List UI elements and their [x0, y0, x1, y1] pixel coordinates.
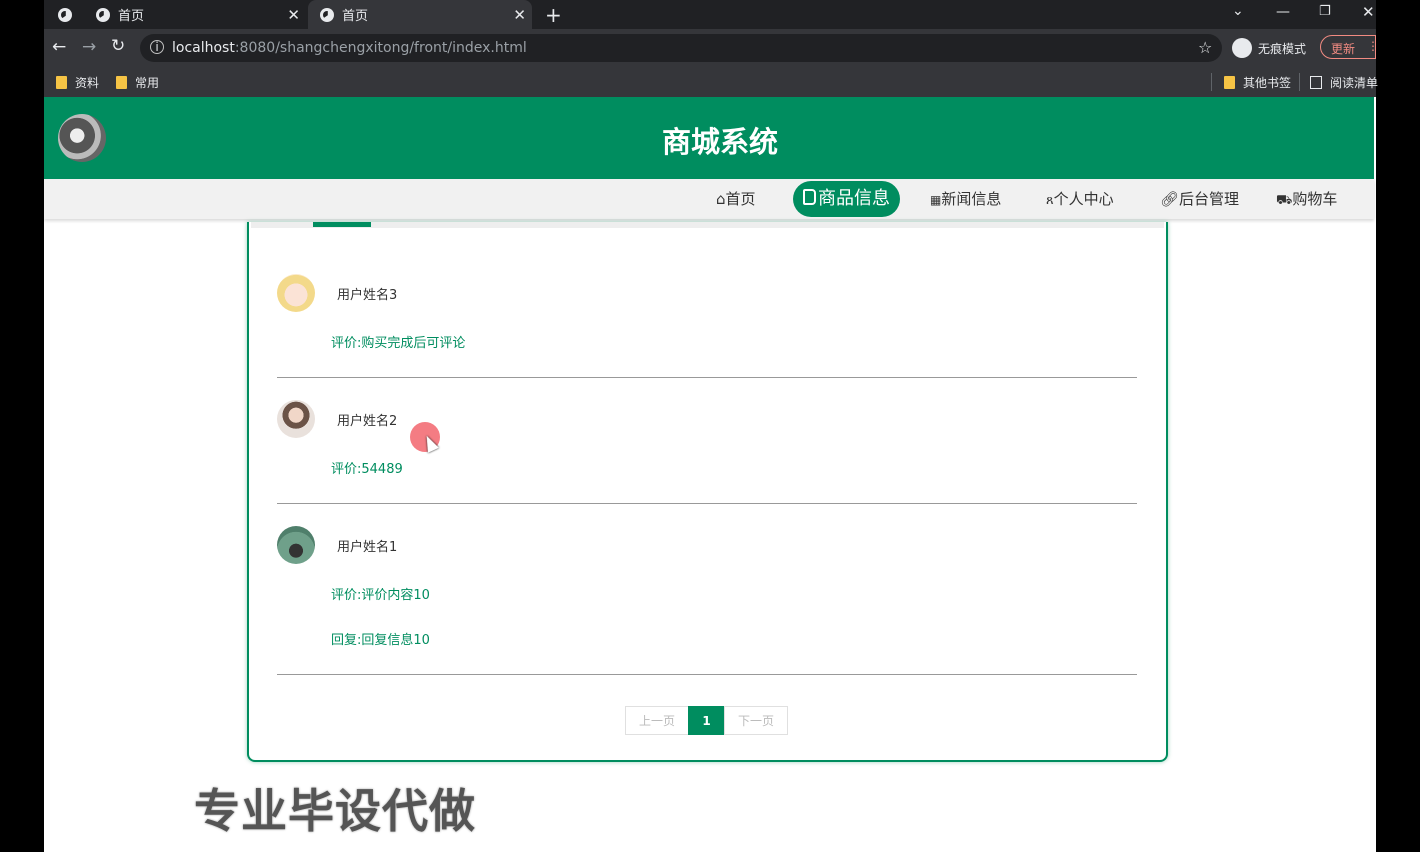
- avatar: [277, 274, 315, 312]
- nav-label: 个人中心: [1053, 190, 1114, 208]
- user-icon: ጸ: [1046, 193, 1054, 208]
- comment-text: 评价:评价内容10: [331, 588, 430, 603]
- browser-menu-icon[interactable]: [58, 7, 72, 26]
- reading-list[interactable]: 阅读清单: [1310, 74, 1378, 91]
- reading-list-label: 阅读清单: [1330, 76, 1379, 90]
- window-close-icon[interactable]: ✕: [1362, 3, 1375, 21]
- incognito-label: 无痕模式: [1258, 41, 1307, 56]
- prev-page-button[interactable]: 上一页: [625, 706, 689, 735]
- next-page-button[interactable]: 下一页: [724, 706, 788, 735]
- bookmarks-bar: 资料 常用 其他书签 阅读清单: [44, 66, 1378, 97]
- nav-label: 后台管理: [1179, 190, 1240, 208]
- folder-icon: [116, 76, 127, 89]
- address-bar[interactable]: i localhost:8080/shangchengxitong/front/…: [140, 34, 1222, 62]
- globe-icon: [96, 7, 110, 22]
- close-icon[interactable]: ✕: [287, 6, 300, 24]
- forward-icon[interactable]: →: [82, 37, 96, 57]
- web-page: 商城系统 ⌂首页 商品信息 ▦新闻信息 ጸ个人中心 🔗︎后台管理 ⛟购物车 用户…: [44, 97, 1376, 852]
- home-icon: ⌂: [716, 190, 726, 208]
- star-icon[interactable]: ☆: [1198, 38, 1212, 57]
- bookmark-folder[interactable]: 资料: [56, 74, 99, 91]
- url-path: :8080/shangchengxitong/front/index.html: [234, 40, 527, 56]
- nav-label: 新闻信息: [941, 190, 1002, 208]
- product-icon: [803, 189, 816, 205]
- bookmark-label: 资料: [75, 76, 100, 90]
- update-label: 更新: [1331, 42, 1356, 56]
- comment-text: 评价:购买完成后可评论: [331, 336, 466, 351]
- comment-username: 用户姓名1: [337, 540, 398, 555]
- tab-title: 首页: [118, 9, 145, 24]
- folder-icon: [1224, 76, 1235, 89]
- tab-search-icon[interactable]: ⌄: [1232, 3, 1244, 19]
- reading-list-icon: [1310, 76, 1322, 89]
- tab-title: 首页: [342, 9, 369, 24]
- site-header: 商城系统: [44, 97, 1374, 179]
- nav-label: 购物车: [1292, 190, 1338, 208]
- nav-admin[interactable]: 🔗︎后台管理: [1160, 179, 1239, 219]
- news-icon: ▦: [930, 193, 942, 207]
- nav-cart[interactable]: ⛟购物车: [1276, 179, 1337, 219]
- comment-username: 用户姓名3: [337, 288, 398, 303]
- comment-divider: [277, 377, 1137, 378]
- bookmark-folder[interactable]: 常用: [116, 74, 159, 91]
- incognito-chip[interactable]: 无痕模式: [1232, 36, 1306, 60]
- comment-divider: [277, 503, 1137, 504]
- other-bookmarks-label: 其他书签: [1243, 76, 1292, 90]
- folder-icon: [56, 76, 67, 89]
- main-nav: ⌂首页 商品信息 ▦新闻信息 ጸ个人中心 🔗︎后台管理 ⛟购物车: [44, 179, 1374, 219]
- nav-label: 首页: [725, 190, 756, 208]
- nav-products[interactable]: 商品信息: [793, 181, 900, 217]
- globe-icon: [320, 7, 334, 22]
- reply-text: 回复:回复信息10: [331, 633, 430, 648]
- browser-tab[interactable]: 首页 ✕: [84, 0, 304, 29]
- reload-icon[interactable]: ↻: [111, 36, 125, 56]
- comment-divider: [277, 674, 1137, 675]
- comment-text: 评价:54489: [331, 462, 403, 477]
- panel-tab-strip: [251, 222, 1164, 228]
- link-icon: 🔗︎: [1160, 190, 1180, 208]
- incognito-icon: [1232, 38, 1252, 58]
- browser-tab-active[interactable]: 首页 ✕: [308, 0, 532, 29]
- close-icon[interactable]: ✕: [513, 6, 526, 24]
- avatar: [277, 526, 315, 564]
- comments-panel: 用户姓名3 评价:购买完成后可评论 用户姓名2 评价:54489 用户姓名1 评…: [247, 222, 1168, 762]
- nav-news[interactable]: ▦新闻信息: [930, 179, 1001, 219]
- back-icon[interactable]: ←: [52, 37, 66, 57]
- other-bookmarks[interactable]: 其他书签: [1224, 74, 1291, 91]
- avatar: [277, 400, 315, 438]
- url-host: localhost: [172, 40, 235, 56]
- watermark: 专业毕设代做: [194, 784, 476, 838]
- browser-tab-strip: 首页 ✕ 首页 ✕ + ⌄ — ❐ ✕: [44, 0, 1376, 29]
- restore-icon[interactable]: ❐: [1319, 4, 1331, 19]
- more-menu-icon[interactable]: ⋮: [1367, 39, 1379, 53]
- nav-profile[interactable]: ጸ个人中心: [1046, 179, 1114, 219]
- nav-label: 商品信息: [818, 188, 890, 209]
- cart-icon: ⛟: [1276, 193, 1293, 208]
- pagination: 上一页 1 下一页: [625, 706, 789, 735]
- active-tab-indicator: [313, 222, 371, 227]
- site-title: 商城系统: [661, 125, 778, 159]
- info-icon: i: [150, 40, 164, 54]
- new-tab-icon[interactable]: +: [545, 3, 562, 27]
- page-number-button[interactable]: 1: [688, 706, 725, 735]
- minimize-icon[interactable]: —: [1276, 4, 1290, 20]
- update-button[interactable]: 更新 ⋮: [1320, 35, 1379, 59]
- bookmark-label: 常用: [135, 76, 160, 90]
- comment-username: 用户姓名2: [337, 414, 398, 429]
- nav-home[interactable]: ⌂首页: [716, 179, 756, 219]
